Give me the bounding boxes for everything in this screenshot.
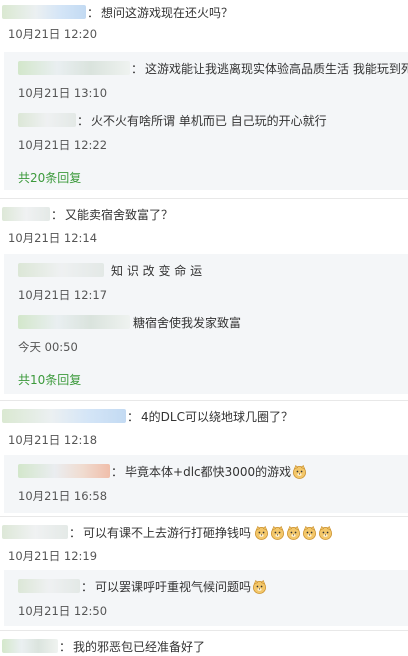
divider <box>0 516 408 517</box>
comment: ： 4的DLC可以绕地球几圈了？ 10月21日 12:18 <box>0 406 408 449</box>
comment-text: 可以有课不上去游行打砸挣钱吗 <box>83 525 252 540</box>
username-blurred[interactable] <box>18 579 80 593</box>
reply-list: ： 这游戏能让我逃离现实体验高品质生活 我能玩到死 10月21日 13:10 ：… <box>4 52 408 190</box>
doge-emoji-icon <box>303 525 316 540</box>
comment-text: 又能卖宿舍致富了？ <box>65 207 174 222</box>
username-blurred[interactable] <box>2 525 68 539</box>
reply-text: 火不火有啥所谓 单机而已 自己玩的开心就行 <box>91 113 327 128</box>
divider <box>0 400 408 401</box>
reply-time: 10月21日 16:58 <box>18 489 108 503</box>
doge-emoji-icon <box>271 525 284 540</box>
comment-time: 10月21日 12:14 <box>8 231 98 245</box>
username-blurred[interactable] <box>2 639 58 653</box>
username-blurred[interactable] <box>2 5 86 19</box>
comment: ： 又能卖宿舍致富了？ 10月21日 12:14 <box>0 204 408 247</box>
reply-time: 10月21日 12:22 <box>18 138 108 152</box>
username-blurred[interactable] <box>18 464 110 478</box>
comment-text: 想问这游戏现在还火吗？ <box>101 5 234 20</box>
divider <box>0 198 408 199</box>
comment: ： 想问这游戏现在还火吗？ 10月21日 12:20 <box>0 2 408 43</box>
doge-emoji-icon <box>255 525 268 540</box>
doge-emoji-icon <box>253 579 266 594</box>
username-blurred[interactable] <box>18 113 76 127</box>
username-blurred[interactable] <box>2 409 126 423</box>
doge-emoji-icon <box>287 525 300 540</box>
divider <box>0 630 408 631</box>
reply-list: ： 毕竟本体+dlc都快3000的游戏 10月21日 16:58 <box>4 455 408 513</box>
reply-time: 10月21日 13:10 <box>18 86 108 100</box>
reply-time: 10月21日 12:50 <box>18 604 108 618</box>
comment-time: 10月21日 12:19 <box>8 549 98 563</box>
reply-time: 今天 00:50 <box>18 340 78 354</box>
comment: ： 可以有课不上去游行打砸挣钱吗 10月21日 12:19 <box>0 522 408 565</box>
comment: ： 我的邪恶包已经准备好了 <box>0 636 408 656</box>
comment-time: 10月21日 12:20 <box>8 27 98 41</box>
username-blurred[interactable] <box>2 207 50 221</box>
reply-text: 可以罢课呼吁重视气候问题吗 <box>95 579 252 594</box>
reply-text: 知 识 改 变 命 运 <box>111 263 203 278</box>
doge-emoji-icon <box>293 464 307 479</box>
doge-emoji-icon <box>319 525 332 540</box>
more-replies-link[interactable]: 共10条回复 <box>18 370 408 390</box>
reply-text: 这游戏能让我逃离现实体验高品质生活 我能玩到死 <box>145 61 408 76</box>
reply-list: 知 识 改 变 命 运 10月21日 12:17 糖宿舍使我发家致富 今天 00… <box>4 254 408 394</box>
more-replies-link[interactable]: 共20条回复 <box>18 168 408 188</box>
reply-text: 糖宿舍使我发家致富 <box>133 315 242 330</box>
username-blurred[interactable] <box>18 61 130 75</box>
reply-list: ： 可以罢课呼吁重视气候问题吗 10月21日 12:50 <box>4 570 408 626</box>
emoji-row <box>253 525 333 540</box>
comment-text: 4的DLC可以绕地球几圈了？ <box>141 409 293 424</box>
reply-text: 毕竟本体+dlc都快3000的游戏 <box>125 464 292 479</box>
username-blurred[interactable] <box>18 315 130 329</box>
comment-text: 我的邪恶包已经准备好了 <box>73 639 206 654</box>
comment-time: 10月21日 12:18 <box>8 433 98 447</box>
username-blurred[interactable] <box>18 263 104 277</box>
reply-time: 10月21日 12:17 <box>18 288 108 302</box>
